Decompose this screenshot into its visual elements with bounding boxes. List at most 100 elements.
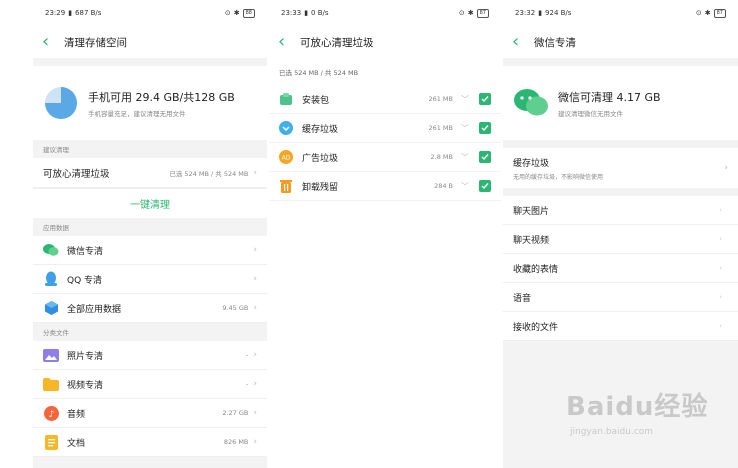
chevron-right-icon: › — [719, 264, 728, 272]
bluetooth-icon: ✱ — [233, 9, 240, 17]
one-key-clean-button[interactable]: 一键清理 — [130, 196, 170, 211]
checkbox-checked[interactable] — [479, 151, 491, 163]
file-row-docs[interactable]: 文档 826 MB › — [33, 428, 267, 457]
watermark-logo-text: Baidu经验 — [566, 392, 709, 422]
junk-label: 卸载残留 — [302, 182, 339, 193]
music-note-icon: ♪ — [43, 405, 59, 421]
bluetooth-icon: ✱ — [467, 9, 474, 17]
file-label: 音频 — [67, 409, 86, 420]
checkbox-checked[interactable] — [479, 180, 491, 192]
watermark-url: jingyan.baidu.com — [570, 427, 654, 437]
chevron-right-icon: › — [719, 322, 728, 330]
chevron-right-icon: › — [253, 167, 257, 178]
wechat-row-images[interactable]: 聊天图片 › — [503, 196, 738, 225]
wechat-row-files[interactable]: 接收的文件 › — [503, 312, 738, 341]
chevron-right-icon: › — [253, 437, 257, 447]
status-speed: 924 B/s — [545, 9, 572, 17]
file-label: 文档 — [67, 438, 86, 449]
alarm-icon: ⊙ — [695, 9, 702, 17]
cache-label: 缓存垃圾 — [513, 158, 550, 169]
alarm-icon: ⊙ — [458, 9, 465, 17]
package-icon — [280, 93, 292, 105]
wechat-item-label: 聊天图片 — [513, 206, 550, 217]
junk-row-ads[interactable]: AD 广告垃圾 2.8 MB ﹀ — [269, 143, 501, 172]
junk-size: 2.8 MB — [430, 153, 453, 161]
wechat-hint-text: 建议清理微信无用文件 — [558, 109, 623, 118]
section-suggest-header: 建议清理 — [43, 146, 69, 154]
junk-size: 261 MB — [428, 95, 453, 103]
file-label: 视频专清 — [67, 380, 104, 391]
chevron-down-icon[interactable]: ﹀ — [461, 94, 469, 105]
app-row-all[interactable]: 全部应用数据 9.45 GB › — [33, 294, 267, 323]
app-label: 全部应用数据 — [67, 304, 122, 315]
file-row-videos[interactable]: 视频专清 - › — [33, 370, 267, 399]
safe-clean-row[interactable]: 可放心清理垃圾 已选 524 MB / 共 524 MB › — [33, 158, 267, 188]
app-label: QQ 专清 — [67, 275, 103, 286]
checkbox-checked[interactable] — [479, 122, 491, 134]
page-title: 清理存储空间 — [64, 36, 127, 49]
chevron-right-icon: › — [253, 303, 257, 313]
file-size: - — [246, 351, 249, 359]
wechat-item-label: 接收的文件 — [513, 322, 559, 333]
chevron-down-icon[interactable]: ﹀ — [461, 123, 469, 134]
file-size: 826 MB — [223, 438, 249, 446]
app-row-qq[interactable]: QQ 专清 › — [33, 265, 267, 294]
alarm-icon: ⊙ — [224, 9, 231, 17]
chevron-right-icon: › — [253, 408, 257, 418]
chevron-down-icon[interactable]: ﹀ — [461, 152, 469, 163]
nav-bar: ‹ 微信专清 — [503, 26, 738, 58]
chevron-right-icon: › — [719, 206, 728, 214]
junk-row-apk[interactable]: 安装包 261 MB ﹀ — [269, 85, 501, 114]
one-key-clean-row: 一键清理 — [33, 188, 267, 218]
file-size: 2.27 GB — [222, 409, 249, 417]
junk-label: 广告垃圾 — [302, 153, 339, 164]
status-time: 23:29 — [45, 9, 66, 17]
file-row-audio[interactable]: ♪ 音频 2.27 GB › — [33, 399, 267, 428]
checkbox-checked[interactable] — [479, 93, 491, 105]
wechat-item-label: 聊天视频 — [513, 235, 550, 246]
chevron-right-icon: › — [719, 293, 728, 301]
chevron-right-icon: › — [719, 235, 728, 243]
signal-icon: ▮ — [304, 9, 309, 17]
status-speed: 0 B/s — [311, 9, 329, 17]
battery-icon: 87 — [476, 8, 489, 18]
junk-row-cache[interactable]: 缓存垃圾 261 MB ﹀ — [269, 114, 501, 143]
battery-icon: 88 — [242, 8, 255, 18]
signal-icon: ▮ — [538, 9, 543, 17]
safe-clean-label: 可放心清理垃圾 — [43, 168, 110, 180]
back-arrow-icon[interactable]: ‹ — [278, 33, 296, 51]
app-row-wechat[interactable]: 微信专清 › — [33, 236, 267, 265]
status-speed: 687 B/s — [75, 9, 102, 17]
file-row-photos[interactable]: 照片专清 - › — [33, 341, 267, 370]
junk-label: 安装包 — [302, 95, 330, 106]
wechat-item-label: 收藏的表情 — [513, 264, 559, 275]
svg-text:AD: AD — [282, 155, 291, 162]
safe-clean-value: 已选 524 MB / 共 524 MB — [169, 169, 249, 178]
status-bar: 23:29 ▮ 687 B/s ⊙ ✱ 88 — [33, 0, 267, 26]
chevron-right-icon: › — [253, 274, 257, 284]
chevron-down-icon[interactable]: ﹀ — [461, 181, 469, 192]
nav-bar: ‹ 清理存储空间 — [33, 26, 267, 58]
junk-row-residual[interactable]: 卸载残留 284 B ﹀ — [269, 172, 501, 201]
document-icon — [43, 434, 59, 450]
nav-bar: ‹ 可放心清理垃圾 — [269, 26, 501, 58]
status-bar: 23:32 ▮ 924 B/s ⊙ ✱ 87 — [503, 0, 738, 26]
trash-icon — [280, 180, 292, 193]
safe-clean-screen: 23:33 ▮ 0 B/s ⊙ ✱ 87 ‹ 可放心清理垃圾 已选 524 MB… — [269, 0, 501, 468]
page-title: 微信专清 — [534, 36, 576, 49]
wechat-cache-row[interactable]: 缓存垃圾 无用的缓存垃圾，不影响微信使用 › — [503, 148, 738, 188]
app-label: 微信专清 — [67, 246, 104, 257]
battery-icon: 87 — [713, 8, 726, 18]
back-arrow-icon[interactable]: ‹ — [512, 33, 530, 51]
back-arrow-icon[interactable]: ‹ — [42, 33, 60, 51]
wechat-row-stickers[interactable]: 收藏的表情 › — [503, 254, 738, 283]
junk-label: 缓存垃圾 — [302, 124, 339, 135]
wechat-row-videos[interactable]: 聊天视频 › — [503, 225, 738, 254]
cache-sub: 无用的缓存垃圾，不影响微信使用 — [513, 173, 604, 181]
chevron-right-icon: › — [253, 379, 257, 389]
wechat-icon — [43, 242, 59, 258]
status-time: 23:32 — [515, 9, 536, 17]
wechat-row-voice[interactable]: 语音 › — [503, 283, 738, 312]
wechat-summary: 微信可清理 4.17 GB 建议清理微信无用文件 — [503, 66, 738, 140]
wechat-icon — [514, 89, 548, 116]
